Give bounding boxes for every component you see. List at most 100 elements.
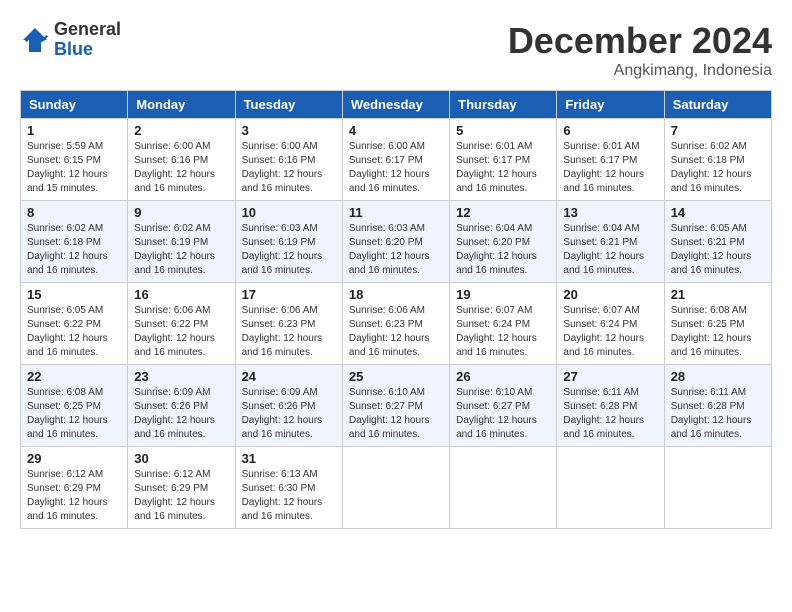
day-info: Sunrise: 6:09 AM Sunset: 6:26 PM Dayligh… — [242, 386, 336, 442]
day-number: 6 — [563, 123, 657, 138]
calendar-cell: 9 Sunrise: 6:02 AM Sunset: 6:19 PM Dayli… — [128, 201, 235, 283]
day-info: Sunrise: 6:12 AM Sunset: 6:29 PM Dayligh… — [134, 468, 228, 524]
day-info: Sunrise: 6:10 AM Sunset: 6:27 PM Dayligh… — [349, 386, 443, 442]
day-info: Sunrise: 6:11 AM Sunset: 6:28 PM Dayligh… — [563, 386, 657, 442]
calendar-cell: 12 Sunrise: 6:04 AM Sunset: 6:20 PM Dayl… — [450, 201, 557, 283]
calendar-cell: 6 Sunrise: 6:01 AM Sunset: 6:17 PM Dayli… — [557, 119, 664, 201]
day-number: 16 — [134, 287, 228, 302]
day-number: 11 — [349, 205, 443, 220]
day-info: Sunrise: 6:03 AM Sunset: 6:19 PM Dayligh… — [242, 222, 336, 278]
logo-icon — [20, 25, 50, 55]
day-info: Sunrise: 6:11 AM Sunset: 6:28 PM Dayligh… — [671, 386, 765, 442]
column-header-thursday: Thursday — [450, 91, 557, 119]
day-info: Sunrise: 6:00 AM Sunset: 6:16 PM Dayligh… — [242, 140, 336, 196]
calendar-cell — [557, 447, 664, 529]
calendar-cell: 14 Sunrise: 6:05 AM Sunset: 6:21 PM Dayl… — [664, 201, 771, 283]
calendar-cell — [342, 447, 449, 529]
day-number: 25 — [349, 369, 443, 384]
day-number: 14 — [671, 205, 765, 220]
day-number: 31 — [242, 451, 336, 466]
day-number: 17 — [242, 287, 336, 302]
calendar-cell: 24 Sunrise: 6:09 AM Sunset: 6:26 PM Dayl… — [235, 365, 342, 447]
day-info: Sunrise: 6:12 AM Sunset: 6:29 PM Dayligh… — [27, 468, 121, 524]
day-info: Sunrise: 6:06 AM Sunset: 6:23 PM Dayligh… — [349, 304, 443, 360]
day-info: Sunrise: 6:01 AM Sunset: 6:17 PM Dayligh… — [456, 140, 550, 196]
calendar-cell: 1 Sunrise: 5:59 AM Sunset: 6:15 PM Dayli… — [21, 119, 128, 201]
day-info: Sunrise: 6:02 AM Sunset: 6:18 PM Dayligh… — [27, 222, 121, 278]
calendar-cell: 15 Sunrise: 6:05 AM Sunset: 6:22 PM Dayl… — [21, 283, 128, 365]
day-info: Sunrise: 6:09 AM Sunset: 6:26 PM Dayligh… — [134, 386, 228, 442]
day-info: Sunrise: 5:59 AM Sunset: 6:15 PM Dayligh… — [27, 140, 121, 196]
column-header-friday: Friday — [557, 91, 664, 119]
day-number: 28 — [671, 369, 765, 384]
calendar-cell: 3 Sunrise: 6:00 AM Sunset: 6:16 PM Dayli… — [235, 119, 342, 201]
calendar-table: SundayMondayTuesdayWednesdayThursdayFrid… — [20, 90, 772, 529]
calendar-cell: 28 Sunrise: 6:11 AM Sunset: 6:28 PM Dayl… — [664, 365, 771, 447]
calendar-cell: 20 Sunrise: 6:07 AM Sunset: 6:24 PM Dayl… — [557, 283, 664, 365]
day-info: Sunrise: 6:03 AM Sunset: 6:20 PM Dayligh… — [349, 222, 443, 278]
column-header-monday: Monday — [128, 91, 235, 119]
calendar-cell: 13 Sunrise: 6:04 AM Sunset: 6:21 PM Dayl… — [557, 201, 664, 283]
day-info: Sunrise: 6:10 AM Sunset: 6:27 PM Dayligh… — [456, 386, 550, 442]
logo-general: General — [54, 19, 121, 39]
day-number: 27 — [563, 369, 657, 384]
month-title: December 2024 — [508, 20, 772, 62]
day-info: Sunrise: 6:02 AM Sunset: 6:19 PM Dayligh… — [134, 222, 228, 278]
calendar-cell: 18 Sunrise: 6:06 AM Sunset: 6:23 PM Dayl… — [342, 283, 449, 365]
calendar-cell: 5 Sunrise: 6:01 AM Sunset: 6:17 PM Dayli… — [450, 119, 557, 201]
day-number: 24 — [242, 369, 336, 384]
day-number: 18 — [349, 287, 443, 302]
day-number: 26 — [456, 369, 550, 384]
calendar-cell — [450, 447, 557, 529]
calendar-cell: 8 Sunrise: 6:02 AM Sunset: 6:18 PM Dayli… — [21, 201, 128, 283]
day-number: 4 — [349, 123, 443, 138]
page-header: General Blue December 2024 Angkimang, In… — [20, 20, 772, 80]
day-info: Sunrise: 6:01 AM Sunset: 6:17 PM Dayligh… — [563, 140, 657, 196]
day-number: 1 — [27, 123, 121, 138]
day-info: Sunrise: 6:08 AM Sunset: 6:25 PM Dayligh… — [27, 386, 121, 442]
day-number: 15 — [27, 287, 121, 302]
day-number: 21 — [671, 287, 765, 302]
calendar-cell: 17 Sunrise: 6:06 AM Sunset: 6:23 PM Dayl… — [235, 283, 342, 365]
calendar-cell: 4 Sunrise: 6:00 AM Sunset: 6:17 PM Dayli… — [342, 119, 449, 201]
day-number: 10 — [242, 205, 336, 220]
day-info: Sunrise: 6:08 AM Sunset: 6:25 PM Dayligh… — [671, 304, 765, 360]
calendar-cell: 25 Sunrise: 6:10 AM Sunset: 6:27 PM Dayl… — [342, 365, 449, 447]
day-number: 12 — [456, 205, 550, 220]
day-info: Sunrise: 6:04 AM Sunset: 6:21 PM Dayligh… — [563, 222, 657, 278]
day-number: 2 — [134, 123, 228, 138]
day-number: 3 — [242, 123, 336, 138]
column-header-wednesday: Wednesday — [342, 91, 449, 119]
day-info: Sunrise: 6:07 AM Sunset: 6:24 PM Dayligh… — [563, 304, 657, 360]
calendar-cell — [664, 447, 771, 529]
day-info: Sunrise: 6:13 AM Sunset: 6:30 PM Dayligh… — [242, 468, 336, 524]
day-number: 20 — [563, 287, 657, 302]
calendar-cell: 22 Sunrise: 6:08 AM Sunset: 6:25 PM Dayl… — [21, 365, 128, 447]
day-number: 23 — [134, 369, 228, 384]
day-info: Sunrise: 6:00 AM Sunset: 6:16 PM Dayligh… — [134, 140, 228, 196]
day-info: Sunrise: 6:04 AM Sunset: 6:20 PM Dayligh… — [456, 222, 550, 278]
day-info: Sunrise: 6:06 AM Sunset: 6:22 PM Dayligh… — [134, 304, 228, 360]
day-info: Sunrise: 6:00 AM Sunset: 6:17 PM Dayligh… — [349, 140, 443, 196]
calendar-cell: 21 Sunrise: 6:08 AM Sunset: 6:25 PM Dayl… — [664, 283, 771, 365]
calendar-cell: 7 Sunrise: 6:02 AM Sunset: 6:18 PM Dayli… — [664, 119, 771, 201]
location: Angkimang, Indonesia — [508, 62, 772, 80]
day-number: 8 — [27, 205, 121, 220]
calendar-cell: 26 Sunrise: 6:10 AM Sunset: 6:27 PM Dayl… — [450, 365, 557, 447]
calendar-cell: 10 Sunrise: 6:03 AM Sunset: 6:19 PM Dayl… — [235, 201, 342, 283]
logo-text: General Blue — [54, 20, 121, 60]
day-number: 7 — [671, 123, 765, 138]
logo: General Blue — [20, 20, 121, 60]
day-info: Sunrise: 6:06 AM Sunset: 6:23 PM Dayligh… — [242, 304, 336, 360]
calendar-cell: 27 Sunrise: 6:11 AM Sunset: 6:28 PM Dayl… — [557, 365, 664, 447]
calendar-cell: 30 Sunrise: 6:12 AM Sunset: 6:29 PM Dayl… — [128, 447, 235, 529]
column-header-tuesday: Tuesday — [235, 91, 342, 119]
calendar-cell: 16 Sunrise: 6:06 AM Sunset: 6:22 PM Dayl… — [128, 283, 235, 365]
day-number: 29 — [27, 451, 121, 466]
column-header-saturday: Saturday — [664, 91, 771, 119]
day-number: 9 — [134, 205, 228, 220]
day-info: Sunrise: 6:05 AM Sunset: 6:21 PM Dayligh… — [671, 222, 765, 278]
day-info: Sunrise: 6:02 AM Sunset: 6:18 PM Dayligh… — [671, 140, 765, 196]
calendar-cell: 29 Sunrise: 6:12 AM Sunset: 6:29 PM Dayl… — [21, 447, 128, 529]
day-number: 13 — [563, 205, 657, 220]
